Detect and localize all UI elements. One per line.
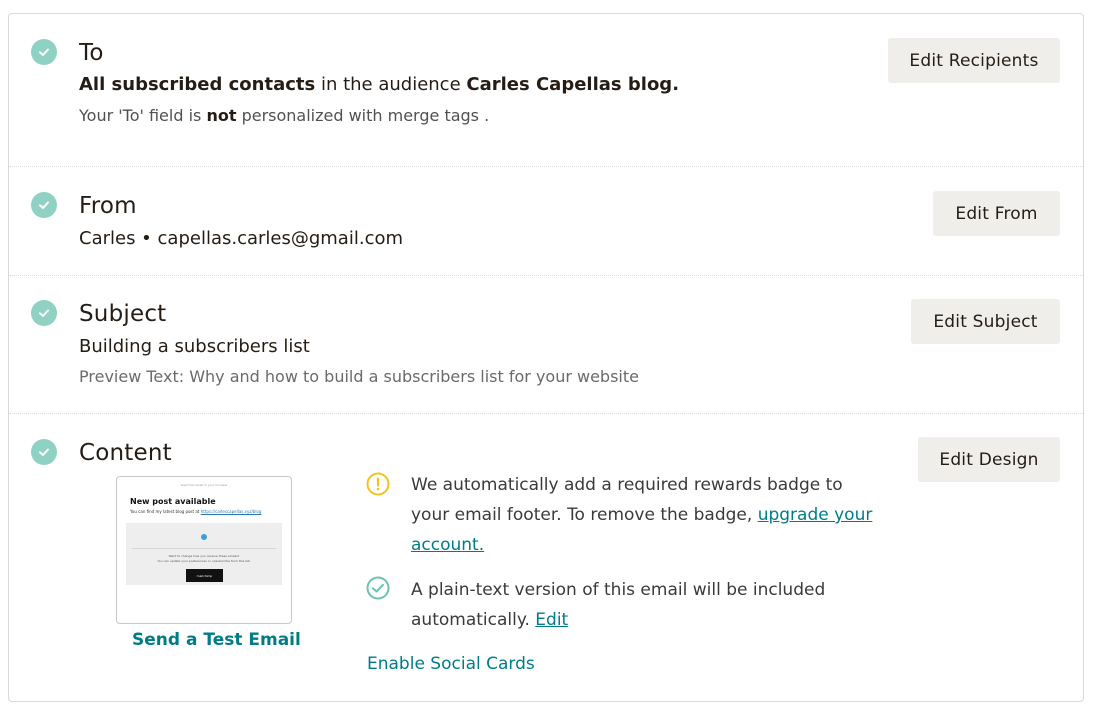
check-circle-icon — [31, 300, 57, 326]
plain-text-note: A plain-text version of this email will … — [411, 575, 861, 635]
merge-note-bold: not — [206, 106, 237, 125]
send-test-email-link[interactable]: Send a Test Email — [132, 630, 301, 650]
edit-subject-button[interactable]: Edit Subject — [911, 299, 1060, 344]
audience-name: Carles Capellas blog. — [466, 74, 680, 95]
to-section: To All subscribed contacts in the audien… — [9, 14, 1083, 166]
warning-icon — [366, 472, 390, 496]
subject-title: Subject — [79, 301, 167, 327]
from-section: From Carles • capellas.carles@gmail.com … — [9, 167, 1083, 275]
rewards-badge: mailchimp — [186, 569, 223, 582]
preview-footer-line2: You can update your preferences or unsub… — [157, 559, 251, 563]
check-circle-icon — [31, 439, 57, 465]
preview-logo-icon — [201, 534, 207, 540]
audience-contacts: All subscribed contacts — [79, 74, 316, 95]
edit-plain-text-link[interactable]: Edit — [535, 610, 568, 630]
subject-value: Building a subscribers list — [79, 336, 310, 357]
preview-text: Preview Text: Why and how to build a sub… — [79, 367, 639, 386]
content-title: Content — [79, 440, 172, 466]
to-merge-note: Your 'To' field is not personalized with… — [79, 106, 489, 125]
check-circle-icon — [31, 39, 57, 65]
preview-body-text: You can find my latest blog post at — [130, 509, 201, 514]
campaign-checklist-panel: To All subscribed contacts in the audien… — [8, 13, 1084, 702]
audience-mid-text: in the audience — [315, 74, 467, 95]
preview-text-line: You can find my latest blog post at http… — [130, 509, 261, 514]
edit-design-button[interactable]: Edit Design — [918, 437, 1060, 482]
subject-section: Subject Building a subscribers list Prev… — [9, 276, 1083, 413]
merge-note-prefix: Your 'To' field is — [79, 106, 207, 125]
preview-body: New post available You can find my lates… — [126, 491, 282, 523]
plain-text-note-text: A plain-text version of this email will … — [411, 580, 826, 630]
preview-card: New post available You can find my lates… — [126, 491, 282, 585]
from-title: From — [79, 193, 137, 219]
to-title: To — [79, 40, 104, 66]
preview-body-link: https://carlescapellas.xyz/blog — [200, 509, 262, 514]
merge-note-suffix: personalized with merge tags . — [236, 106, 490, 125]
edit-recipients-button[interactable]: Edit Recipients — [888, 38, 1060, 83]
edit-from-button[interactable]: Edit From — [933, 191, 1060, 236]
preview-heading: New post available — [130, 497, 216, 506]
check-outline-icon — [366, 576, 390, 600]
check-circle-icon — [31, 192, 57, 218]
to-audience: All subscribed contacts in the audience … — [79, 74, 679, 95]
divider — [9, 413, 1083, 414]
from-value: Carles • capellas.carles@gmail.com — [79, 228, 404, 249]
rewards-badge-note: We automatically add a required rewards … — [411, 470, 881, 560]
preview-browser-link: View this email in your browser — [180, 483, 228, 487]
enable-social-cards-link[interactable]: Enable Social Cards — [367, 654, 535, 674]
email-preview-thumbnail[interactable]: View this email in your browser New post… — [116, 476, 292, 624]
preview-divider — [132, 548, 276, 549]
preview-footer-line1: Want to change how you receive these ema… — [168, 554, 240, 558]
